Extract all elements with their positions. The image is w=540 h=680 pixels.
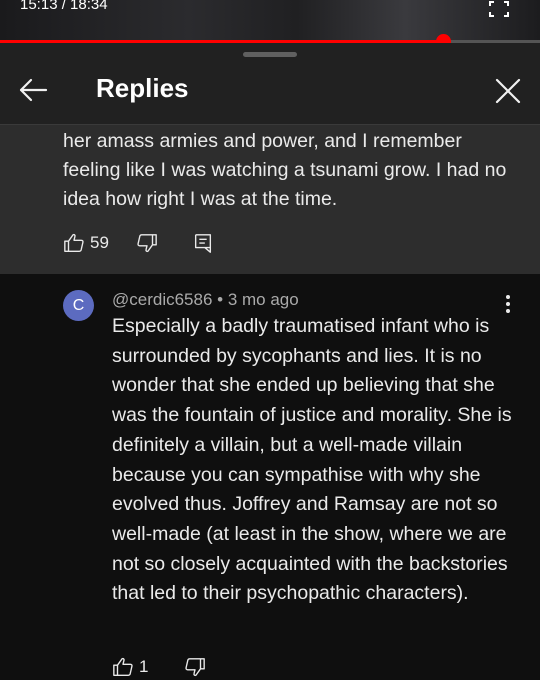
avatar[interactable]: C: [63, 290, 94, 321]
reply-comment: C @cerdic6586 • 3 mo ago Especially a ba…: [0, 274, 540, 677]
reply-comment-actions: 1: [112, 654, 206, 680]
reply-icon[interactable]: [192, 232, 214, 254]
parent-comment-text: her amass armies and power, and I rememb…: [63, 130, 507, 210]
replies-header: Replies: [0, 57, 540, 123]
parent-comment-actions: 59: [63, 230, 214, 256]
parent-comment: her amass armies and power, and I rememb…: [0, 125, 540, 274]
like-count: 1: [139, 657, 149, 676]
like-count: 59: [90, 233, 109, 252]
close-icon[interactable]: [494, 77, 522, 105]
reply-author-meta[interactable]: @cerdic6586 • 3 mo ago: [112, 290, 299, 310]
video-player[interactable]: 15:13 / 18:34: [0, 0, 540, 49]
thumbs-up-icon[interactable]: [63, 232, 85, 254]
panel-title: Replies: [96, 73, 189, 103]
replies-panel: Replies her amass armies and power, and …: [0, 43, 540, 677]
fullscreen-icon[interactable]: [488, 0, 510, 18]
video-time: 15:13 / 18:34: [20, 0, 108, 13]
arrow-left-icon[interactable]: [18, 77, 48, 103]
thumbs-down-icon[interactable]: [136, 232, 158, 254]
reply-comment-text: Especially a badly traumatised infant wh…: [112, 315, 512, 605]
